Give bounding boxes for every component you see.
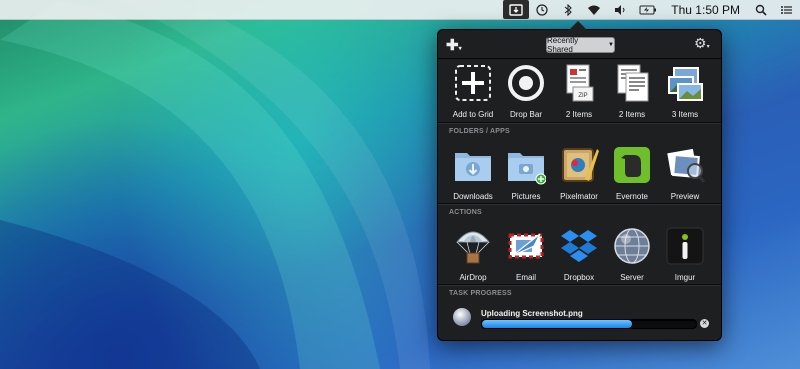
zip-badge: ZIP bbox=[578, 93, 587, 99]
airdrop-action-tile[interactable]: AirDrop bbox=[445, 226, 501, 292]
time-machine-icon bbox=[536, 3, 548, 16]
section-divider bbox=[438, 284, 721, 286]
pictures-folder-tile[interactable]: Pictures bbox=[498, 145, 554, 211]
zip-document-icon: ZIP bbox=[566, 64, 594, 102]
dropbox-icon bbox=[561, 230, 597, 262]
dropzone-popover: ✚▾ Recently Shared ▼ ⚙▾ Add to Grid Drop… bbox=[437, 21, 722, 341]
tile-label: Dropbox bbox=[563, 273, 595, 282]
spotlight-icon bbox=[755, 4, 767, 16]
recently-shared-dropdown[interactable]: Recently Shared ▼ bbox=[546, 36, 615, 54]
actions-heading: ACTIONS bbox=[449, 209, 482, 216]
notification-center-icon bbox=[781, 5, 792, 14]
settings-button[interactable]: ⚙▾ bbox=[694, 35, 710, 52]
tile-label: 2 Items bbox=[618, 110, 646, 119]
dropzone-menubar-item[interactable] bbox=[503, 0, 530, 19]
drop-bar-tile[interactable]: Drop Bar bbox=[498, 63, 554, 129]
section-divider bbox=[438, 203, 721, 205]
preview-icon bbox=[667, 148, 705, 183]
airdrop-icon bbox=[455, 231, 491, 264]
task-progress-heading: TASK PROGRESS bbox=[449, 290, 512, 297]
tile-label: Downloads bbox=[453, 192, 493, 201]
pictures-folder-icon bbox=[508, 153, 546, 185]
upload-progress-bar bbox=[481, 319, 697, 329]
volume-menubar-item[interactable] bbox=[607, 0, 633, 19]
popover-arrow bbox=[569, 21, 587, 30]
tile-label: Pixelmator bbox=[560, 192, 598, 201]
notification-center-menubar-item[interactable] bbox=[774, 0, 800, 19]
time-machine-menubar-item[interactable] bbox=[529, 0, 555, 19]
tile-label: Email bbox=[515, 273, 536, 282]
popover-header: ✚▾ Recently Shared ▼ ⚙▾ bbox=[438, 30, 721, 59]
server-globe-icon bbox=[453, 308, 471, 326]
menu-bar: Thu 1:50 PM bbox=[0, 0, 800, 20]
server-globe-icon bbox=[614, 228, 650, 264]
pixelmator-icon bbox=[562, 148, 599, 182]
tile-label: Add to Grid bbox=[452, 110, 494, 119]
upload-progress-fill bbox=[482, 320, 632, 328]
shared-zip-tile[interactable]: ZIP 2 Items bbox=[551, 63, 607, 129]
add-to-grid-tile[interactable]: Add to Grid bbox=[445, 63, 501, 129]
pixelmator-app-tile[interactable]: Pixelmator bbox=[551, 145, 607, 211]
tile-label: Imgur bbox=[674, 273, 696, 282]
gear-icon: ⚙ bbox=[694, 35, 707, 51]
task-name: Uploading Screenshot.png bbox=[481, 309, 583, 318]
clock[interactable]: Thu 1:50 PM bbox=[663, 0, 748, 19]
spotlight-menubar-item[interactable] bbox=[748, 0, 774, 19]
bluetooth-menubar-item[interactable] bbox=[555, 0, 581, 19]
battery-icon bbox=[639, 5, 657, 14]
documents-icon bbox=[617, 64, 649, 102]
dropdown-label: Recently Shared bbox=[547, 36, 579, 54]
section-divider bbox=[438, 122, 721, 124]
folders-apps-heading: FOLDERS / APPS bbox=[449, 128, 510, 135]
battery-menubar-item[interactable] bbox=[633, 0, 663, 19]
downloads-folder-tile[interactable]: Downloads bbox=[445, 145, 501, 211]
tile-label: Pictures bbox=[511, 192, 541, 201]
tile-label: 2 Items bbox=[565, 110, 593, 119]
bluetooth-icon bbox=[564, 3, 573, 16]
volume-icon bbox=[615, 4, 625, 15]
downloads-folder-icon bbox=[455, 153, 491, 181]
email-icon bbox=[508, 233, 544, 259]
dropbox-action-tile[interactable]: Dropbox bbox=[551, 226, 607, 292]
add-menu-button[interactable]: ✚▾ bbox=[446, 36, 462, 54]
wifi-icon bbox=[588, 5, 601, 15]
tile-label: 3 Items bbox=[671, 110, 699, 119]
email-action-tile[interactable]: Email bbox=[498, 226, 554, 292]
chevron-down-icon: ▼ bbox=[608, 42, 614, 48]
tile-label: Server bbox=[620, 273, 644, 282]
imgur-action-tile[interactable]: Imgur bbox=[657, 226, 713, 292]
add-to-grid-icon bbox=[455, 65, 491, 101]
preview-app-tile[interactable]: Preview bbox=[657, 145, 713, 211]
dropzone-icon bbox=[509, 3, 523, 16]
tile-label: Evernote bbox=[615, 192, 649, 201]
tile-label: Drop Bar bbox=[509, 110, 542, 119]
tile-label: AirDrop bbox=[459, 273, 487, 282]
imgur-icon bbox=[666, 227, 704, 265]
drop-bar-icon bbox=[508, 65, 544, 101]
server-action-tile[interactable]: Server bbox=[604, 226, 660, 292]
photos-icon bbox=[668, 67, 703, 101]
evernote-app-tile[interactable]: Evernote bbox=[604, 145, 660, 211]
wifi-menubar-item[interactable] bbox=[581, 0, 607, 19]
tile-label: Preview bbox=[670, 192, 700, 201]
shared-photos-tile[interactable]: 3 Items bbox=[657, 63, 713, 129]
evernote-icon bbox=[614, 147, 650, 183]
cancel-task-button[interactable]: ✕ bbox=[700, 319, 709, 328]
shared-documents-tile[interactable]: 2 Items bbox=[604, 63, 660, 129]
